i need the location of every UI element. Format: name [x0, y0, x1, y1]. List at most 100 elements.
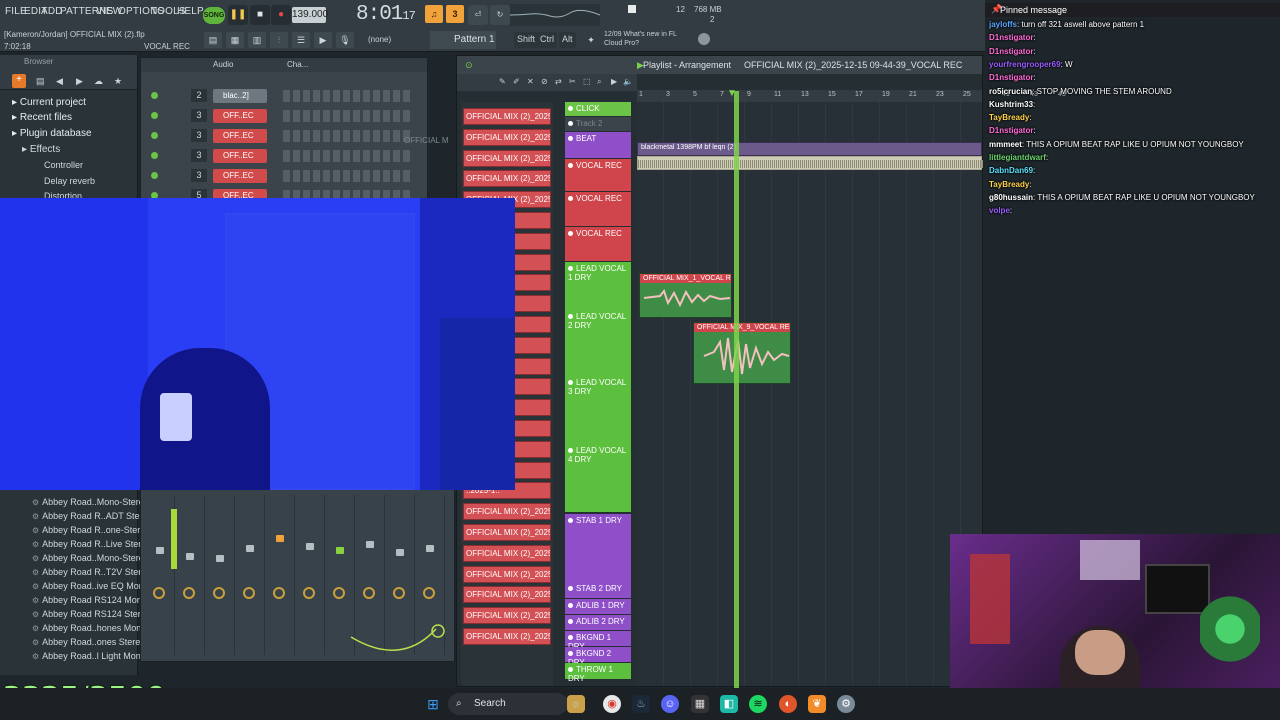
windows-start-icon[interactable]: ⊞ — [424, 695, 442, 713]
track-status-icon[interactable] — [568, 231, 573, 236]
loop-record-icon[interactable]: ↻ — [490, 5, 510, 25]
channel-mixer-number[interactable]: 2 — [191, 89, 207, 102]
channel-row[interactable]: 3 OFF..EC — [147, 109, 417, 125]
play-pause-button[interactable]: ❚❚ — [228, 5, 248, 25]
vocal-clip-2[interactable]: OFFICIAL MIX_9_VOCAL REC — [693, 322, 791, 384]
metronome-icon[interactable]: ♫ — [425, 5, 443, 23]
channel-row[interactable]: 3 OFF..EC — [147, 129, 417, 145]
track-status-icon[interactable] — [568, 196, 573, 201]
alt-button[interactable]: Alt — [559, 32, 576, 48]
track-header[interactable]: VOCAL REC — [565, 192, 631, 226]
mixer-strip[interactable] — [235, 495, 265, 655]
fader-handle[interactable] — [336, 547, 344, 554]
fader-handle[interactable] — [156, 547, 164, 554]
delete-icon[interactable]: ✕ — [527, 77, 534, 86]
step-sequencer[interactable] — [283, 170, 413, 182]
channel-led[interactable] — [151, 152, 158, 159]
channel-name-button[interactable]: OFF..EC — [213, 129, 267, 143]
plugin-item[interactable]: Abbey Road RS124 Stereo — [32, 609, 151, 619]
fader-handle[interactable] — [306, 543, 314, 550]
mixer-strip[interactable] — [265, 495, 295, 655]
select-icon[interactable]: ⬚ — [583, 77, 591, 86]
pattern-picker-item[interactable]: OFFICIAL MIX (2)_2025-1.. — [463, 607, 551, 625]
browser-forward-icon[interactable]: ▶ — [76, 76, 83, 87]
track-header[interactable]: LEAD VOCAL 2 DRY — [565, 310, 631, 376]
plugin-item[interactable]: Abbey Road..Mono-Stereo — [32, 553, 149, 563]
fader-handle[interactable] — [216, 555, 224, 562]
browser-cloud-icon[interactable]: ☁ — [94, 76, 103, 87]
channel-led[interactable] — [151, 92, 158, 99]
track-status-icon[interactable] — [568, 380, 573, 385]
track-header[interactable]: CLICK — [565, 102, 631, 116]
track-header[interactable]: STAB 1 DRY — [565, 514, 631, 582]
plugin-picker-icon[interactable]: ▶ — [314, 32, 332, 48]
pattern-picker-item[interactable]: OFFICIAL MIX (2)_2025-1.. — [463, 108, 551, 125]
browser-controller[interactable]: Controller — [44, 160, 83, 170]
fl-cloud-icon[interactable] — [698, 33, 710, 45]
menu-help[interactable]: HELP — [177, 6, 204, 17]
track-status-icon[interactable] — [568, 619, 573, 624]
slip-icon[interactable]: ⇄ — [555, 77, 562, 86]
chat-username[interactable]: Kushtrim33 — [989, 100, 1033, 109]
browser-current-project[interactable]: ▸ Current project — [12, 97, 86, 108]
taskbar-search[interactable]: ⌕ Search — [448, 693, 568, 715]
beat-clip-header[interactable]: blackmetal 1398PM bf leqn (2) — [637, 142, 982, 156]
chat-username[interactable]: g80hussain — [989, 193, 1033, 202]
track-header[interactable]: STAB 2 DRY — [565, 582, 631, 598]
speaker-icon[interactable]: 🔈 — [623, 77, 633, 86]
pattern-picker-item[interactable]: OFFICIAL MIX (2)_2025-1.. — [463, 565, 551, 583]
channel-mixer-number[interactable]: 3 — [191, 129, 207, 142]
channel-name-button[interactable]: OFF..EC — [213, 109, 267, 123]
channel-row[interactable]: 2 blac..2] — [147, 89, 417, 105]
channel-led[interactable] — [151, 132, 158, 139]
track-header[interactable]: THROW 1 DRY — [565, 663, 631, 683]
pattern-picker-item[interactable]: OFFICIAL MIX (2)_2025-1.. — [463, 503, 551, 521]
pattern-picker-item[interactable]: OFFICIAL MIX (2)_2025-1.. — [463, 628, 551, 645]
fader-handle[interactable] — [396, 549, 404, 556]
channel-mixer-number[interactable]: 3 — [191, 109, 207, 122]
news-panel[interactable]: 12/09 What's new in FL Cloud Pro? — [604, 30, 677, 48]
playhead[interactable] — [734, 91, 739, 688]
browser-icon[interactable]: ☰ — [292, 32, 310, 48]
countdown-icon[interactable]: 3 — [446, 5, 464, 23]
plugin-item[interactable]: Abbey Road..ive EQ Mono — [32, 581, 149, 591]
pan-knob[interactable] — [303, 587, 315, 599]
channel-led[interactable] — [151, 112, 158, 119]
track-status-icon[interactable] — [568, 635, 573, 640]
piano-roll-icon[interactable]: ▥ — [248, 32, 266, 48]
browser-delay-reverb[interactable]: Delay reverb — [44, 176, 95, 186]
track-status-icon[interactable] — [568, 603, 573, 608]
track-header[interactable]: VOCAL REC — [565, 227, 631, 261]
beat-clip-wave[interactable] — [637, 156, 983, 170]
plugin-item[interactable]: Abbey Road R..ADT Stereo — [32, 511, 152, 521]
plugin-item[interactable]: Abbey Road R..T2V Stereo — [32, 567, 151, 577]
news-icon[interactable]: ✦ — [582, 32, 600, 48]
browser-view-icon[interactable]: ▤ — [36, 76, 45, 87]
pan-knob[interactable] — [423, 587, 435, 599]
track-status-icon[interactable] — [568, 651, 573, 656]
fader-handle[interactable] — [276, 535, 284, 542]
fader-handle[interactable] — [186, 553, 194, 560]
mixer-strip[interactable] — [295, 495, 325, 655]
browser-back-icon[interactable]: ◀ — [56, 76, 63, 87]
pan-knob[interactable] — [183, 587, 195, 599]
playhead-marker-icon[interactable]: ▼ — [727, 88, 737, 99]
track-status-icon[interactable] — [568, 667, 573, 672]
spotify-icon[interactable]: ≋ — [749, 695, 767, 713]
playback-icon[interactable]: ▶ — [611, 77, 617, 86]
channel-mixer-number[interactable]: 3 — [191, 149, 207, 162]
shift-button[interactable]: Shift — [514, 32, 539, 48]
app-icon[interactable]: ▦ — [691, 695, 709, 713]
mute-icon[interactable]: ⊘ — [541, 77, 548, 86]
track-header[interactable]: BKGND 1 DRY — [565, 631, 631, 651]
channel-group[interactable]: Cha... — [287, 60, 308, 69]
channel-row[interactable]: 3 OFF..EC — [147, 149, 417, 165]
none-selector[interactable]: (none) — [368, 35, 391, 44]
chat-username[interactable]: TayBready — [989, 180, 1029, 189]
track-status-icon[interactable] — [568, 586, 573, 591]
paint-icon[interactable]: ✐ — [513, 77, 520, 86]
channel-filter[interactable]: Audio — [213, 60, 233, 69]
pan-knob[interactable] — [153, 587, 165, 599]
channel-rack-icon[interactable]: ▦ — [226, 32, 244, 48]
zoom-icon[interactable]: ⌕ — [597, 77, 601, 87]
